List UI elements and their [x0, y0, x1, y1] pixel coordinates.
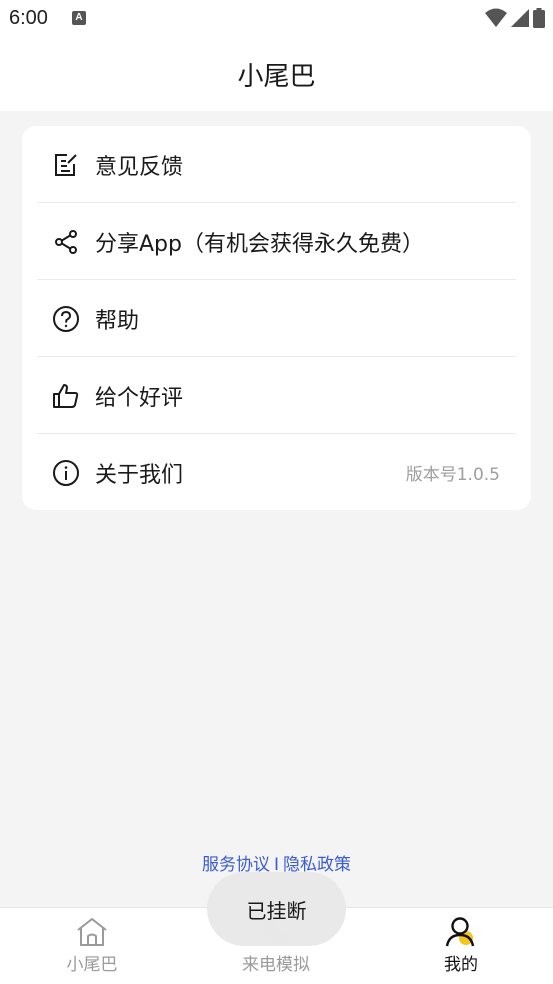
status-bar: 6:00 A	[0, 0, 553, 38]
tab-label: 我的	[444, 955, 478, 975]
notification-icon: A	[72, 11, 86, 25]
menu-item-about[interactable]: 关于我们 版本号1.0.5	[37, 434, 516, 511]
tab-home[interactable]: 小尾巴	[0, 908, 184, 984]
menu-item-label: 关于我们	[95, 462, 184, 488]
share-icon	[51, 227, 81, 257]
tab-profile[interactable]: 我的	[369, 908, 553, 984]
menu-item-label: 意见反馈	[95, 154, 184, 180]
menu-item-label: 给个好评	[95, 385, 184, 411]
cell-signal-icon	[511, 9, 529, 27]
tab-label: 来电模拟	[242, 955, 310, 975]
info-circle-icon	[51, 458, 81, 488]
page-title: 小尾巴	[237, 62, 316, 92]
settings-menu-card: 意见反馈 分享App（有机会获得永久免费） 帮助 给个好评 关于我们 版本号1.…	[22, 126, 531, 510]
status-icons	[485, 7, 545, 29]
battery-icon	[533, 8, 545, 28]
profile-icon	[444, 916, 478, 948]
menu-item-label: 帮助	[95, 308, 140, 334]
menu-item-help[interactable]: 帮助	[37, 280, 516, 357]
home-icon	[75, 916, 109, 948]
thumbs-up-icon	[51, 381, 81, 411]
edit-note-icon	[51, 150, 81, 180]
app-bar: 小尾巴	[0, 38, 553, 111]
menu-item-label: 分享App（有机会获得永久免费）	[95, 231, 424, 257]
tab-label: 小尾巴	[66, 955, 118, 975]
toast-message: 已挂断	[207, 872, 346, 946]
wifi-icon	[485, 8, 507, 27]
menu-item-rate[interactable]: 给个好评	[37, 357, 516, 434]
menu-item-feedback[interactable]: 意见反馈	[37, 126, 516, 203]
help-circle-icon	[51, 304, 81, 334]
status-time: 6:00	[9, 7, 48, 29]
menu-item-share[interactable]: 分享App（有机会获得永久免费）	[37, 203, 516, 280]
app-version: 版本号1.0.5	[405, 465, 500, 485]
